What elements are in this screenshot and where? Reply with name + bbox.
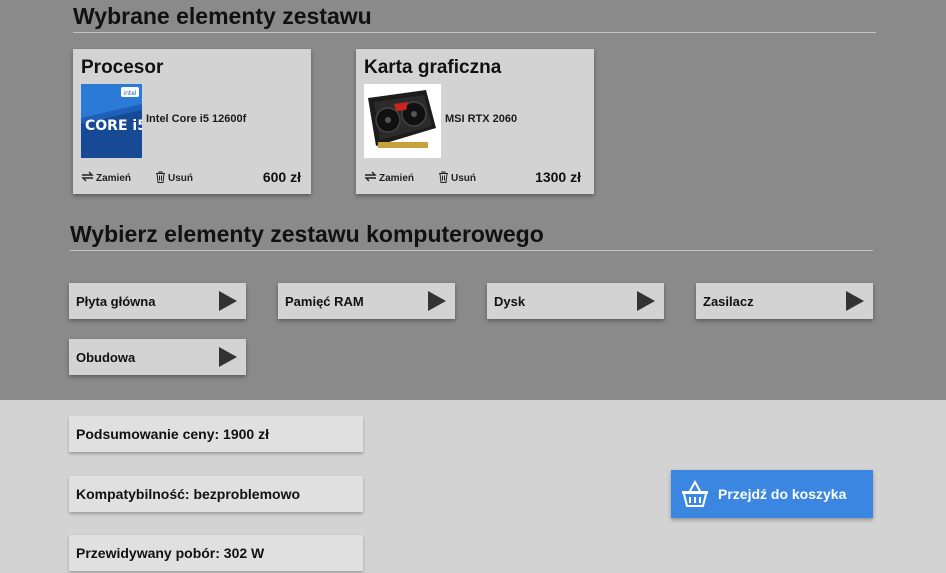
- remove-button[interactable]: Usuń: [155, 171, 193, 186]
- swap-label: Zamień: [379, 172, 415, 184]
- play-arrow-icon: [219, 347, 237, 367]
- pick-label: Obudowa: [76, 350, 136, 365]
- gpu-card: Karta graficzna MSI RTX 2060 Zamień Usuń…: [356, 49, 594, 194]
- compatibility-summary: Kompatybilność: bezproblemowo: [69, 476, 363, 512]
- gpu-image: [364, 84, 441, 158]
- power-summary: Przewidywany pobór: 302 W: [69, 535, 363, 571]
- card-category: Karta graficzna: [364, 57, 502, 78]
- cpu-box-image: intel CORE i5: [81, 84, 147, 158]
- play-arrow-icon: [846, 291, 864, 311]
- swap-button[interactable]: Zamień: [81, 171, 131, 185]
- swap-label: Zamień: [96, 172, 132, 184]
- play-arrow-icon: [428, 291, 446, 311]
- choose-section-title: Wybierz elementy zestawu komputerowego: [70, 221, 544, 247]
- remove-button[interactable]: Usuń: [438, 171, 476, 186]
- pick-psu-button[interactable]: Zasilacz: [696, 283, 873, 319]
- remove-label: Usuń: [451, 173, 476, 184]
- intel-logo: intel: [123, 90, 137, 97]
- swap-button[interactable]: Zamień: [364, 171, 414, 185]
- cpu-card: Procesor intel CORE i5 Intel Core i5 126…: [73, 49, 311, 194]
- pick-label: Pamięć RAM: [285, 294, 364, 309]
- pick-disk-button[interactable]: Dysk: [487, 283, 664, 319]
- pick-ram-button[interactable]: Pamięć RAM: [278, 283, 455, 319]
- go-to-cart-button[interactable]: Przejdź do koszyka: [671, 470, 873, 518]
- pick-label: Zasilacz: [703, 294, 754, 309]
- product-name: MSI RTX 2060: [445, 113, 518, 125]
- product-price: 1300 zł: [535, 169, 581, 185]
- trash-icon: [438, 171, 449, 186]
- product-name: Intel Core i5 12600f: [146, 113, 247, 125]
- play-arrow-icon: [219, 291, 237, 311]
- pick-label: Dysk: [494, 294, 526, 309]
- swap-icon: [81, 171, 94, 185]
- power-text: Przewidywany pobór: 302 W: [76, 545, 265, 561]
- divider: [70, 250, 873, 251]
- play-arrow-icon: [637, 291, 655, 311]
- compatibility-text: Kompatybilność: bezproblemowo: [76, 486, 301, 502]
- pick-label: Płyta główna: [76, 294, 156, 309]
- pick-motherboard-button[interactable]: Płyta główna: [69, 283, 246, 319]
- go-to-cart-label: Przejdź do koszyka: [718, 486, 847, 502]
- selected-section-title: Wybrane elementy zestawu: [73, 3, 372, 29]
- divider: [73, 32, 876, 33]
- remove-label: Usuń: [168, 173, 193, 184]
- price-summary: Podsumowanie ceny: 1900 zł: [69, 416, 363, 452]
- product-price: 600 zł: [262, 169, 301, 185]
- swap-icon: [364, 171, 377, 185]
- card-category: Procesor: [81, 57, 164, 78]
- price-summary-text: Podsumowanie ceny: 1900 zł: [76, 426, 269, 442]
- trash-icon: [155, 171, 166, 186]
- cpu-model-badge: CORE i5: [85, 118, 142, 134]
- pick-case-button[interactable]: Obudowa: [69, 339, 246, 375]
- basket-icon: [682, 480, 708, 507]
